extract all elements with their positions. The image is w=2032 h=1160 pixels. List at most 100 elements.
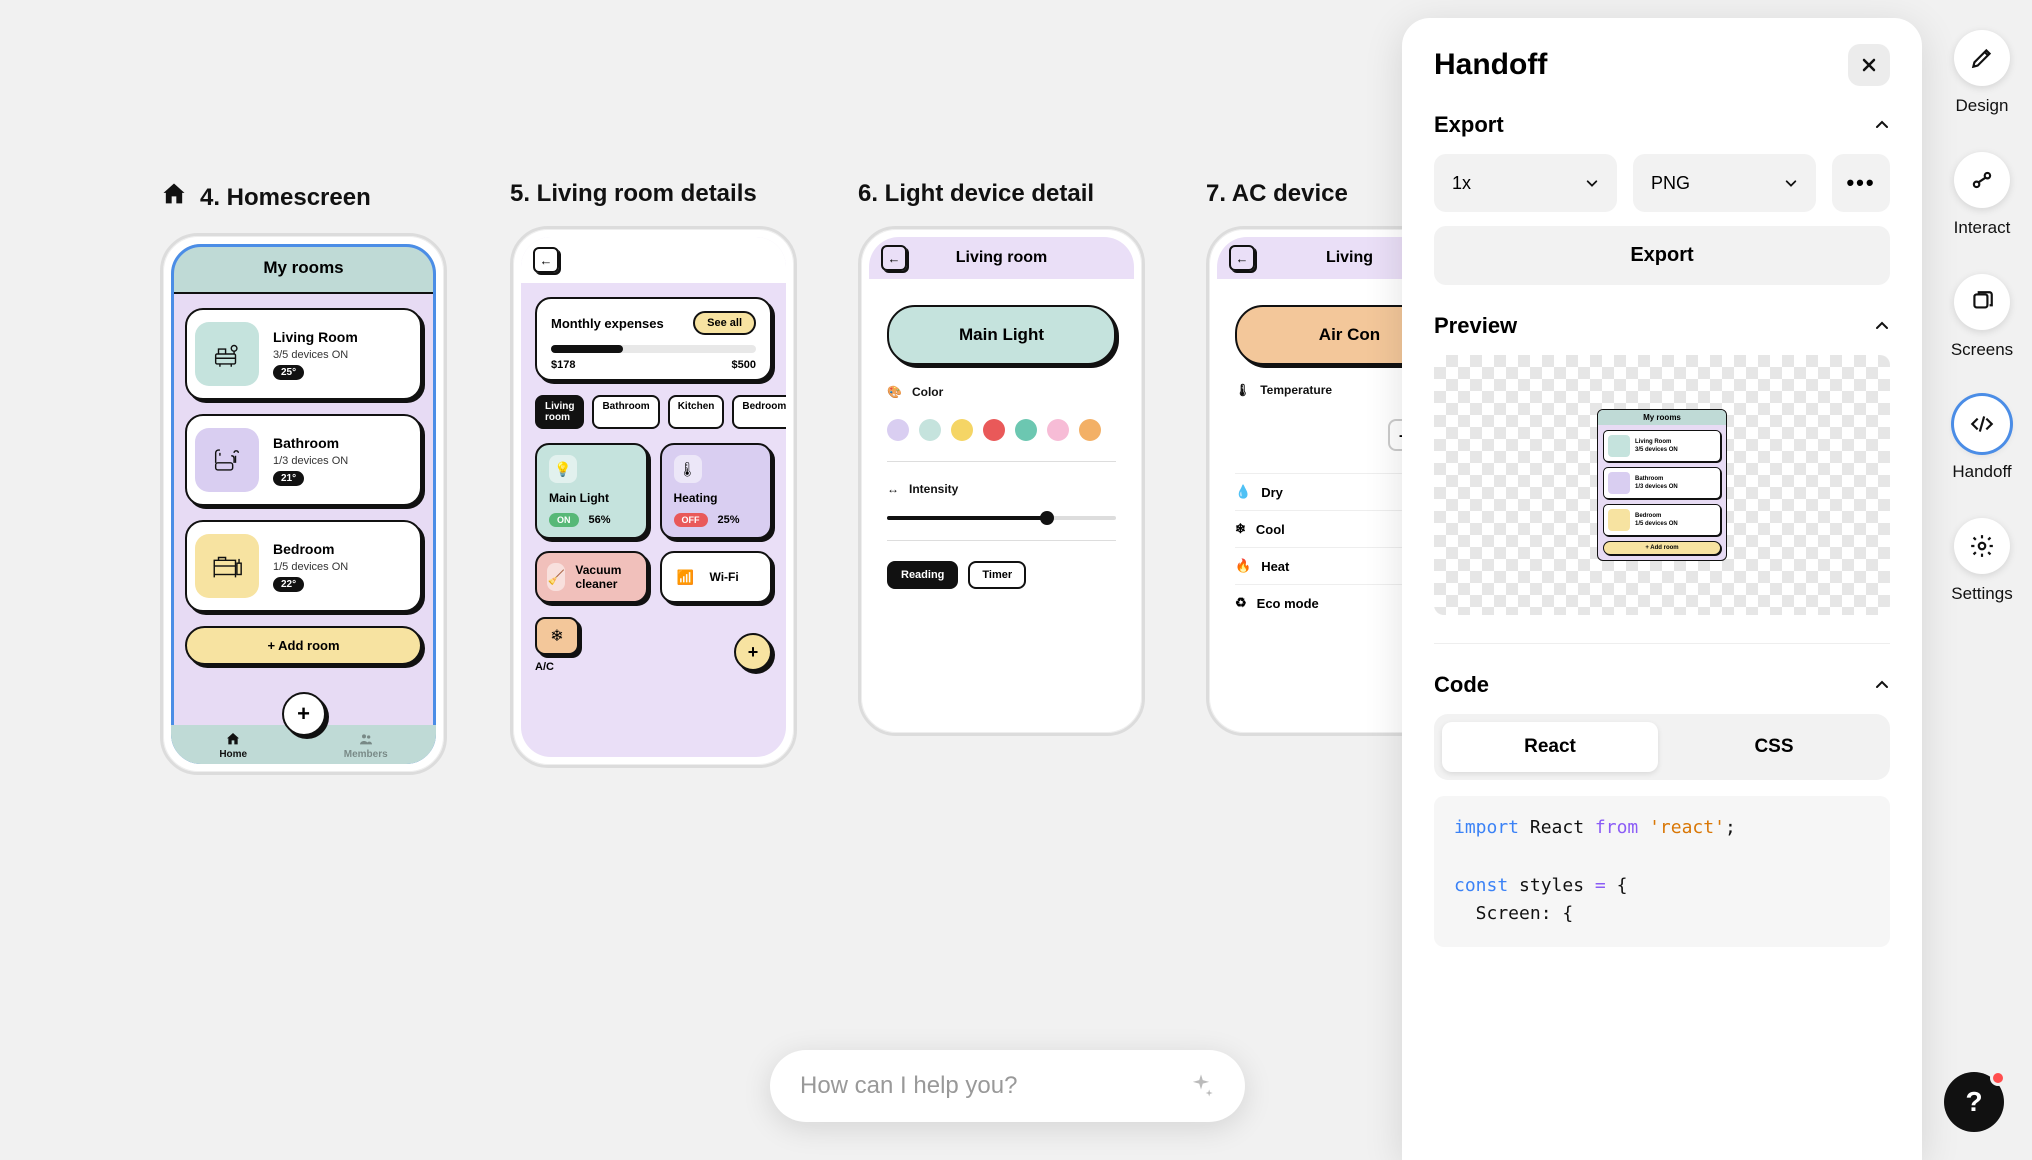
- code-tab-react[interactable]: React: [1442, 722, 1658, 772]
- living-room-body: Monthly expenses See all $178 $500 Livin…: [521, 283, 786, 687]
- color-swatch[interactable]: [1015, 419, 1037, 441]
- chevron-up-icon: [1874, 318, 1890, 334]
- tab-home[interactable]: Home: [219, 731, 247, 760]
- thermometer-icon: 🌡: [674, 455, 702, 483]
- mini-card: Living Room3/5 devices ON: [1603, 430, 1721, 462]
- back-button[interactable]: ←: [533, 247, 559, 273]
- export-section-header[interactable]: Export: [1434, 112, 1890, 138]
- room-card-living-room[interactable]: Living Room 3/5 devices ON 25°: [185, 308, 422, 400]
- rail-button-handoff[interactable]: [1954, 396, 2010, 452]
- preview-title: Preview: [1434, 313, 1517, 339]
- notification-dot: [1990, 1070, 2006, 1086]
- screen-homescreen-group[interactable]: 4. Homescreen My rooms Living Room 3/5 d…: [160, 180, 447, 775]
- screen-living-room-group[interactable]: 5. Living room details ← Monthly expense…: [510, 180, 797, 768]
- rail-button-settings[interactable]: [1954, 518, 2010, 574]
- device-pct: 56%: [589, 514, 611, 526]
- code-icon: [1969, 411, 1995, 437]
- phone-screen-light-detail[interactable]: ← Living room Main Light 🎨Color: [869, 237, 1134, 725]
- rail-button-screens[interactable]: [1954, 274, 2010, 330]
- expenses-bar: [551, 345, 756, 353]
- room-name: Living Room: [273, 329, 358, 345]
- back-button[interactable]: ←: [1229, 245, 1255, 271]
- device-name: Vacuum cleaner: [575, 563, 635, 591]
- phone-frame[interactable]: ← Living room Main Light 🎨Color: [858, 226, 1145, 736]
- color-swatch[interactable]: [951, 419, 973, 441]
- format-select[interactable]: PNG: [1633, 154, 1816, 212]
- mode-timer[interactable]: Timer: [968, 561, 1026, 589]
- color-swatch[interactable]: [983, 419, 1005, 441]
- screen-label-text: 4. Homescreen: [200, 184, 371, 212]
- screen-label: 6. Light device detail: [858, 180, 1145, 208]
- preview-thumbnail: My rooms Living Room3/5 devices ON Bathr…: [1597, 409, 1727, 561]
- rail-item-design[interactable]: Design: [1954, 30, 2010, 116]
- room-temp-badge: 25°: [273, 365, 304, 380]
- rail-item-screens[interactable]: Screens: [1951, 274, 2013, 360]
- tag-bedroom[interactable]: Bedroom: [732, 395, 786, 429]
- rail-item-settings[interactable]: Settings: [1951, 518, 2012, 604]
- device-ac[interactable]: ❄ A/C: [535, 617, 579, 673]
- preview-section-header[interactable]: Preview: [1434, 313, 1890, 339]
- gear-icon: [1969, 533, 1995, 559]
- phone-screen-living-room[interactable]: ← Monthly expenses See all $178 $500: [521, 237, 786, 757]
- add-device-button[interactable]: +: [734, 633, 772, 671]
- device-main-light[interactable]: 💡 Main Light ON56%: [535, 443, 648, 539]
- color-swatch[interactable]: [1047, 419, 1069, 441]
- rail-item-interact[interactable]: Interact: [1954, 152, 2011, 238]
- code-tab-css[interactable]: CSS: [1666, 722, 1882, 772]
- room-tag-row: Living room Bathroom Kitchen Bedroom: [535, 395, 772, 429]
- rail-item-handoff[interactable]: Handoff: [1952, 396, 2011, 482]
- color-swatch[interactable]: [1079, 419, 1101, 441]
- main-light-button[interactable]: Main Light: [887, 305, 1116, 365]
- code-title: Code: [1434, 672, 1489, 698]
- expenses-card[interactable]: Monthly expenses See all $178 $500: [535, 297, 772, 381]
- rail-button-design[interactable]: [1954, 30, 2010, 86]
- tab-members[interactable]: Members: [344, 731, 388, 760]
- members-tab-icon: [358, 731, 374, 747]
- recycle-icon: ♻: [1235, 595, 1247, 611]
- code-section: Code React CSS import React from 'react'…: [1434, 672, 1890, 947]
- code-section-header[interactable]: Code: [1434, 672, 1890, 698]
- scale-select[interactable]: 1x: [1434, 154, 1617, 212]
- device-vacuum[interactable]: 🧹 Vacuum cleaner: [535, 551, 648, 603]
- chevron-down-icon: [1585, 176, 1599, 190]
- device-heating[interactable]: 🌡 Heating OFF25%: [660, 443, 773, 539]
- preview-section: Preview My rooms Living Room3/5 devices …: [1434, 313, 1890, 615]
- divider: [887, 461, 1116, 462]
- phone-frame[interactable]: My rooms Living Room 3/5 devices ON 25°: [160, 233, 447, 775]
- light-detail-title: Living room: [956, 249, 1048, 267]
- prompt-bar[interactable]: How can I help you?: [770, 1050, 1245, 1122]
- help-button[interactable]: ?: [1944, 1072, 2004, 1132]
- rail-button-interact[interactable]: [1954, 152, 2010, 208]
- more-button[interactable]: •••: [1832, 154, 1890, 212]
- add-room-button[interactable]: + Add room: [185, 626, 422, 665]
- room-card-bathroom[interactable]: Bathroom 1/3 devices ON 21°: [185, 414, 422, 506]
- room-sub: 3/5 devices ON: [273, 349, 358, 361]
- close-button[interactable]: [1848, 44, 1890, 86]
- code-block[interactable]: import React from 'react'; const styles …: [1434, 796, 1890, 947]
- tag-bathroom[interactable]: Bathroom: [592, 395, 659, 429]
- room-card-bedroom[interactable]: Bedroom 1/5 devices ON 22°: [185, 520, 422, 612]
- color-swatch[interactable]: [887, 419, 909, 441]
- fab-add[interactable]: +: [282, 692, 326, 736]
- back-button[interactable]: ←: [881, 245, 907, 271]
- preview-box: My rooms Living Room3/5 devices ON Bathr…: [1434, 355, 1890, 615]
- tab-members-label: Members: [344, 749, 388, 760]
- color-swatch[interactable]: [919, 419, 941, 441]
- phone-frame[interactable]: ← Monthly expenses See all $178 $500: [510, 226, 797, 768]
- chevron-up-icon: [1874, 677, 1890, 693]
- phone-screen-homescreen[interactable]: My rooms Living Room 3/5 devices ON 25°: [171, 244, 436, 764]
- see-all-button[interactable]: See all: [693, 311, 756, 335]
- intensity-slider[interactable]: [887, 516, 1116, 520]
- mini-card: Bathroom1/3 devices ON: [1603, 467, 1721, 499]
- mode-reading[interactable]: Reading: [887, 561, 958, 589]
- screen-light-detail-group[interactable]: 6. Light device detail ← Living room Mai…: [858, 180, 1145, 736]
- handoff-panel: Handoff Export 1x PNG ••• Export: [1402, 18, 1922, 1160]
- prompt-input[interactable]: How can I help you?: [800, 1072, 1169, 1100]
- device-wifi[interactable]: 📶 Wi-Fi: [660, 551, 773, 603]
- export-button[interactable]: Export: [1434, 226, 1890, 285]
- rail-label: Design: [1956, 96, 2009, 116]
- room-info: Bathroom 1/3 devices ON 21°: [273, 435, 348, 486]
- panel-body[interactable]: Export 1x PNG ••• Export Preview: [1402, 112, 1922, 1160]
- tag-living-room[interactable]: Living room: [535, 395, 584, 429]
- tag-kitchen[interactable]: Kitchen: [668, 395, 725, 429]
